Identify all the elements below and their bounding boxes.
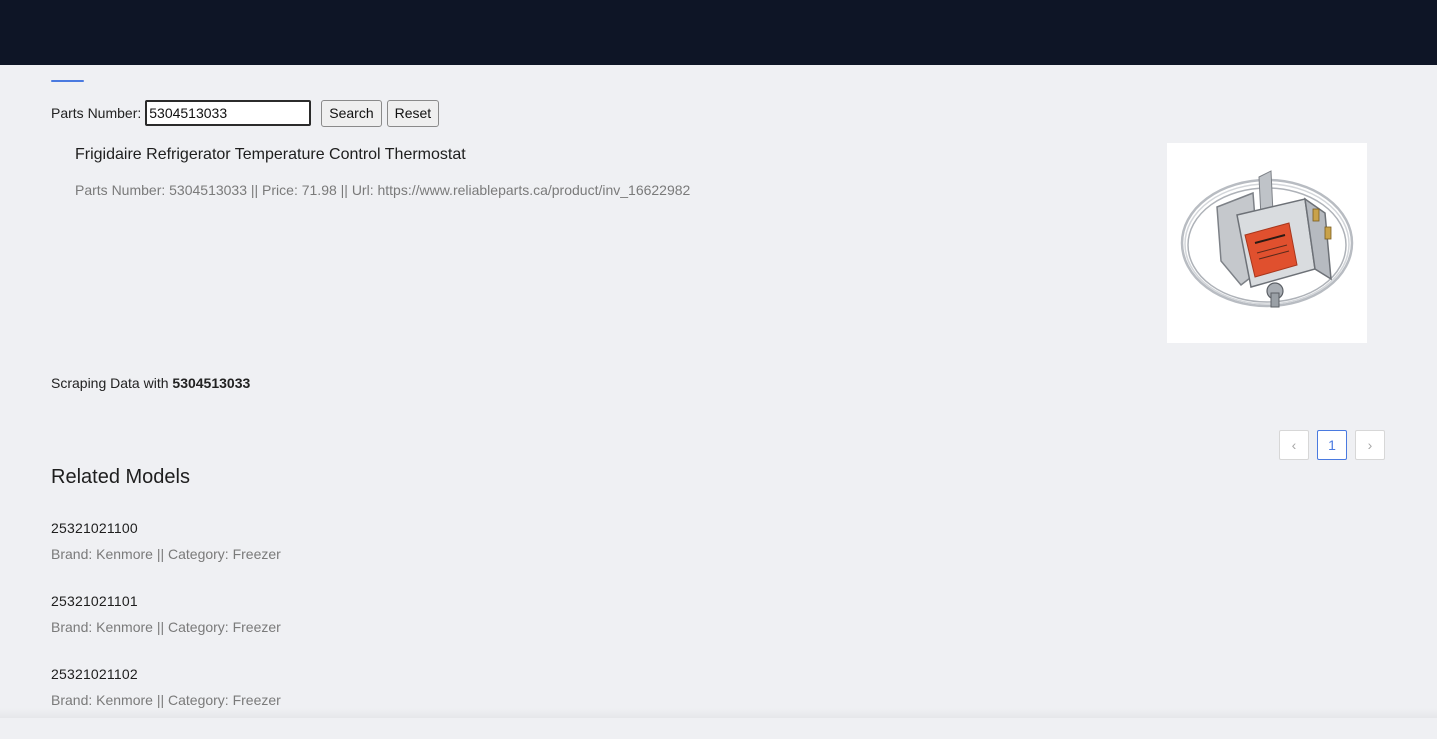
reset-button[interactable]: Reset [387, 100, 440, 127]
related-models-list: 25321021100 Brand: Kenmore || Category: … [51, 520, 281, 739]
product-image [1167, 143, 1367, 343]
product-title: Frigidaire Refrigerator Temperature Cont… [75, 146, 466, 164]
search-button[interactable]: Search [321, 100, 381, 127]
next-page-button[interactable]: › [1355, 430, 1385, 460]
parts-number-input[interactable] [145, 100, 311, 126]
scraping-prefix: Scraping Data with [51, 375, 169, 391]
related-models-title: Related Models [51, 466, 190, 489]
bottom-shadow [0, 708, 1437, 718]
active-tab-indicator [51, 80, 84, 82]
model-meta: Brand: Kenmore || Category: Freezer [51, 619, 281, 635]
scraping-status: Scraping Data with 5304513033 [51, 375, 250, 391]
search-form: Parts Number: Search Reset [51, 99, 444, 127]
model-meta: Brand: Kenmore || Category: Freezer [51, 546, 281, 562]
list-item: 25321021100 Brand: Kenmore || Category: … [51, 520, 281, 593]
top-navbar [0, 0, 1437, 65]
prev-page-button[interactable]: ‹ [1279, 430, 1309, 460]
scraping-part-number: 5304513033 [172, 375, 250, 391]
model-meta: Brand: Kenmore || Category: Freezer [51, 692, 281, 708]
thermostat-image [1167, 143, 1367, 343]
list-item: 25321021102 Brand: Kenmore || Category: … [51, 666, 281, 739]
product-meta: Parts Number: 5304513033 || Price: 71.98… [75, 182, 690, 198]
model-number: 25321021100 [51, 520, 281, 536]
page-number-button[interactable]: 1 [1317, 430, 1347, 460]
chevron-left-icon: ‹ [1292, 437, 1297, 453]
chevron-right-icon: › [1368, 437, 1373, 453]
model-number: 25321021101 [51, 593, 281, 609]
list-item: 25321021101 Brand: Kenmore || Category: … [51, 593, 281, 666]
parts-number-label: Parts Number: [51, 105, 141, 121]
model-number: 25321021102 [51, 666, 281, 682]
pagination: ‹ 1 › [1279, 430, 1385, 460]
